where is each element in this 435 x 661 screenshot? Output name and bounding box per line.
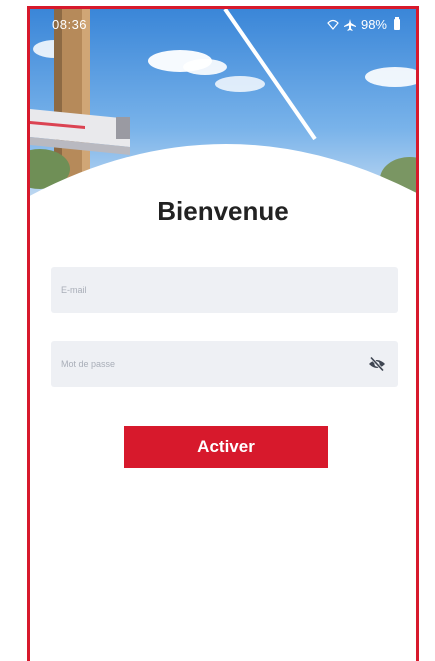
airplane-icon [343,18,356,31]
battery-icon [394,17,400,30]
app-screen: 08:36 98% Bienvenue E-mail Activer [27,6,419,661]
password-input[interactable] [51,341,398,387]
header-photo-art [30,9,416,209]
status-bar: 08:36 98% [30,9,416,39]
status-time: 08:36 [52,17,88,32]
header-photo: 08:36 98% [30,9,416,209]
page-title: Bienvenue [157,196,289,226]
eye-slash-icon[interactable] [366,353,388,375]
wifi-icon [327,19,339,30]
email-field[interactable] [51,267,398,313]
email-input[interactable] [51,267,398,313]
activate-button[interactable]: Activer [124,426,328,468]
status-icons: 98% [327,17,400,32]
password-field[interactable] [51,341,398,387]
battery-percent: 98% [360,17,387,32]
